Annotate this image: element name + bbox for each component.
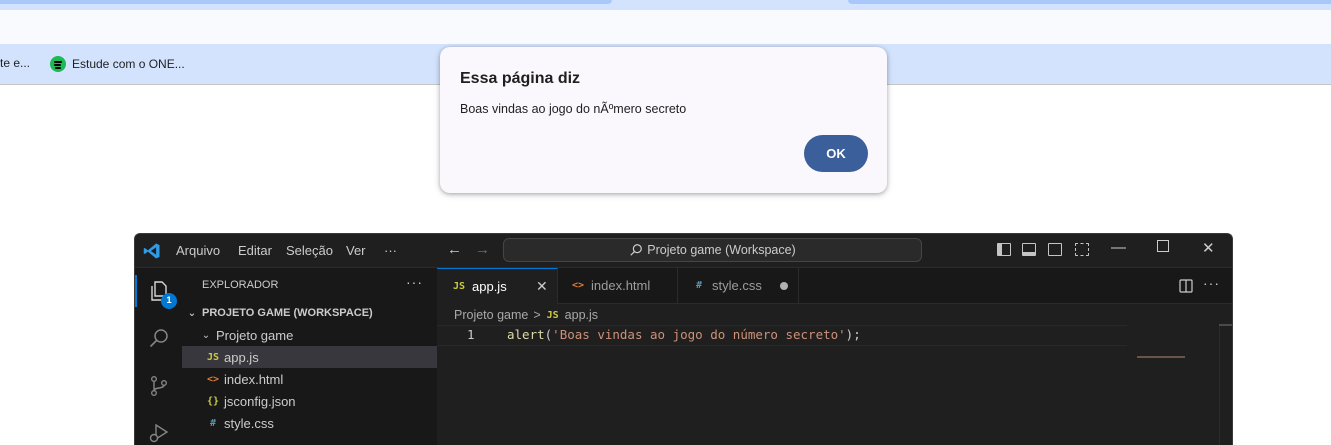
tab-index-html[interactable]: <> index.html (558, 268, 678, 303)
tab-label: index.html (591, 278, 651, 293)
breadcrumb: Projeto game > JS app.js (454, 308, 598, 322)
vscode-logo-icon (143, 243, 160, 259)
bookmark-item[interactable]: te e... (0, 56, 30, 70)
html-file-icon: <> (571, 280, 585, 291)
source-control-activity[interactable] (147, 374, 171, 398)
file-row-app-js[interactable]: JS app.js (182, 346, 437, 368)
tab-label: style.css (712, 278, 762, 293)
file-name: app.js (224, 349, 259, 365)
minimize-icon[interactable]: — (1111, 239, 1126, 256)
tab-label: app.js (472, 279, 507, 294)
explorer-more-actions[interactable]: ··· (406, 274, 423, 290)
browser-toolbar (0, 10, 1331, 44)
code-paren-close: ); (845, 327, 861, 342)
menu-arquivo[interactable]: Arquivo (176, 243, 220, 258)
file-name: jsconfig.json (224, 393, 296, 409)
close-window-icon[interactable]: ✕ (1202, 239, 1215, 257)
workspace-name: PROJETO GAME (WORKSPACE) (202, 307, 373, 319)
file-row-jsconfig-json[interactable]: {} jsconfig.json (182, 390, 437, 412)
line-number: 1 (467, 327, 475, 342)
customize-layout-icon[interactable] (1075, 243, 1089, 256)
file-name: index.html (224, 371, 284, 387)
editor-more-actions-icon[interactable]: ··· (1203, 275, 1220, 291)
folder-name: Projeto game (216, 327, 294, 343)
bookmark-label: te e... (0, 56, 31, 70)
toggle-primary-sidebar-icon[interactable] (997, 243, 1011, 256)
scrollbar-thumb[interactable] (1219, 324, 1232, 326)
run-debug-icon (149, 423, 169, 443)
split-editor-icon[interactable] (1179, 279, 1193, 293)
tab-app-js[interactable]: JS app.js ✕ (437, 268, 558, 304)
javascript-file-icon: JS (452, 281, 466, 292)
command-center-label: Projeto game (Workspace) (647, 243, 796, 257)
explorer-activity[interactable]: 1 (135, 275, 177, 309)
address-bar[interactable] (0, 10, 1331, 44)
spotify-icon (50, 56, 66, 72)
browser-tab[interactable] (848, 0, 1331, 4)
browser-tab-strip (0, 0, 1331, 10)
browser-tab[interactable] (0, 0, 612, 4)
menu-more[interactable]: ··· (384, 243, 397, 258)
menu-editar[interactable]: Editar (238, 243, 272, 258)
file-row-index-html[interactable]: <> index.html (182, 368, 437, 390)
title-bar: Arquivo Editar Seleção Ver ··· ← → Proje… (135, 234, 1232, 268)
activity-bar: 1 (135, 268, 183, 445)
chevron-down-icon: ⌄ (201, 329, 211, 341)
chevron-down-icon: ⌄ (187, 307, 197, 319)
minimap[interactable] (1137, 356, 1185, 358)
explorer-sidebar: EXPLORADOR ··· ⌄ PROJETO GAME (WORKSPACE… (182, 268, 438, 445)
explorer-title: EXPLORADOR (202, 279, 279, 291)
command-center-search[interactable]: Projeto game (Workspace) (503, 238, 922, 262)
json-file-icon: {} (206, 395, 220, 407)
tab-style-css[interactable]: # style.css (678, 268, 799, 303)
javascript-file-icon: JS (546, 309, 559, 321)
css-file-icon: # (209, 417, 217, 429)
search-icon (630, 244, 643, 256)
vscode-window: Arquivo Editar Seleção Ver ··· ← → Proje… (134, 233, 1233, 445)
search-icon (149, 329, 168, 348)
maximize-icon[interactable] (1157, 240, 1169, 252)
file-name: style.css (224, 415, 274, 431)
alert-title: Essa página diz (460, 70, 581, 87)
bookmark-label: Estude com o ONE... (72, 57, 185, 71)
javascript-file-icon: JS (206, 351, 220, 363)
alert-dialog: Essa página diz Boas vindas ao jogo do n… (440, 47, 887, 193)
editor-area: JS app.js ✕ <> index.html # style.css ··… (437, 268, 1232, 445)
workspace-header[interactable]: ⌄ PROJETO GAME (WORKSPACE) (182, 302, 437, 324)
forward-arrow-icon[interactable]: → (475, 241, 490, 258)
alert-message: Boas vindas ao jogo do nÃºmero secreto (460, 102, 687, 116)
code-line-1[interactable]: alert('Boas vindas ao jogo do número sec… (507, 327, 861, 342)
html-file-icon: <> (206, 373, 220, 385)
breadcrumb-folder[interactable]: Projeto game (454, 308, 528, 322)
close-tab-icon[interactable]: ✕ (536, 278, 548, 295)
vertical-scrollbar[interactable] (1219, 324, 1232, 445)
bookmark-item-spotify[interactable]: Estude com o ONE... (50, 56, 185, 72)
folder-row[interactable]: ⌄ Projeto game (182, 324, 437, 346)
breadcrumb-file[interactable]: app.js (565, 308, 598, 322)
explorer-badge: 1 (161, 293, 177, 309)
ok-button[interactable]: OK (804, 135, 868, 172)
unsaved-dot-icon[interactable] (780, 282, 788, 290)
css-file-icon: # (695, 280, 703, 291)
run-debug-activity[interactable] (147, 421, 171, 445)
toggle-panel-icon[interactable] (1022, 243, 1036, 256)
menu-ver[interactable]: Ver (346, 243, 366, 258)
source-control-icon (150, 376, 167, 397)
toggle-secondary-sidebar-icon[interactable] (1048, 243, 1062, 256)
chevron-right-icon: > (533, 308, 541, 322)
code-function: alert (507, 327, 545, 342)
file-row-style-css[interactable]: # style.css (182, 412, 437, 434)
code-string: 'Boas vindas ao jogo do número secreto' (552, 327, 846, 342)
back-arrow-icon[interactable]: ← (447, 241, 462, 258)
editor-tabs: JS app.js ✕ <> index.html # style.css ··… (437, 268, 1232, 304)
search-activity[interactable] (147, 327, 171, 351)
menu-selecao[interactable]: Seleção (286, 243, 333, 258)
